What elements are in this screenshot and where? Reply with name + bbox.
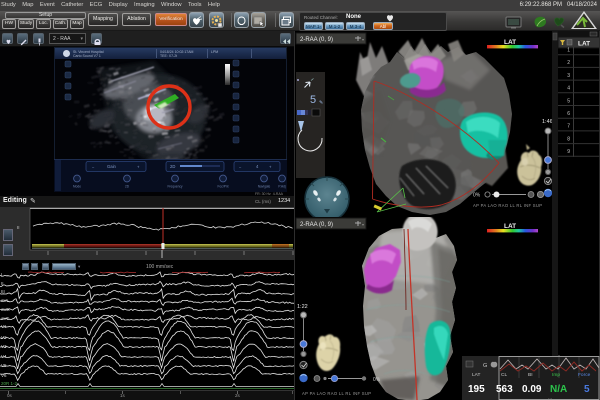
svg-text:✎: ✎: [319, 100, 323, 106]
svg-text:AP PA LAO RAO LL RL INF: AP PA LAO RAO LL RL INF SUP: [302, 391, 371, 396]
svg-text:...: ...: [548, 395, 552, 400]
svg-text:7: 7: [567, 124, 570, 130]
svg-text:N/A: N/A: [550, 384, 567, 395]
svg-text:5: 5: [584, 384, 590, 395]
svg-text:6: 6: [567, 111, 570, 117]
svg-text:0%: 0%: [373, 377, 381, 383]
svg-text:BI: BI: [528, 372, 533, 378]
svg-text:3: 3: [567, 73, 570, 79]
svg-text:0%: 0%: [473, 193, 481, 199]
svg-text:8: 8: [567, 136, 570, 142]
svg-text:LAT: LAT: [472, 372, 481, 378]
svg-text:LAT: LAT: [504, 223, 516, 230]
svg-text:2-RAA (0, 9): 2-RAA (0, 9): [300, 37, 333, 43]
svg-text:LAT: LAT: [578, 41, 590, 48]
svg-text:G: G: [483, 363, 487, 369]
svg-text:2-RAA (0, 9): 2-RAA (0, 9): [300, 222, 333, 228]
svg-text:5: 5: [567, 98, 570, 104]
svg-text:CL: CL: [501, 372, 507, 378]
svg-text:9: 9: [567, 149, 570, 155]
svg-text:Force: Force: [578, 372, 591, 378]
svg-text:LAT: LAT: [504, 39, 516, 46]
svg-text:1:22: 1:22: [297, 304, 308, 310]
svg-text:Imp: Imp: [552, 372, 560, 378]
svg-text:▾: ▾: [362, 37, 364, 42]
svg-text:1: 1: [567, 48, 570, 54]
svg-text:563: 563: [496, 384, 513, 395]
svg-text:▾: ▾: [362, 222, 364, 227]
svg-text:0.09: 0.09: [522, 384, 542, 395]
svg-text:2: 2: [567, 60, 570, 66]
svg-text:5: 5: [310, 94, 316, 106]
svg-text:4: 4: [567, 86, 570, 92]
svg-text:195: 195: [468, 384, 485, 395]
svg-text:AP PA LAO RAO LL RL INF: AP PA LAO RAO LL RL INF SUP: [473, 203, 542, 208]
